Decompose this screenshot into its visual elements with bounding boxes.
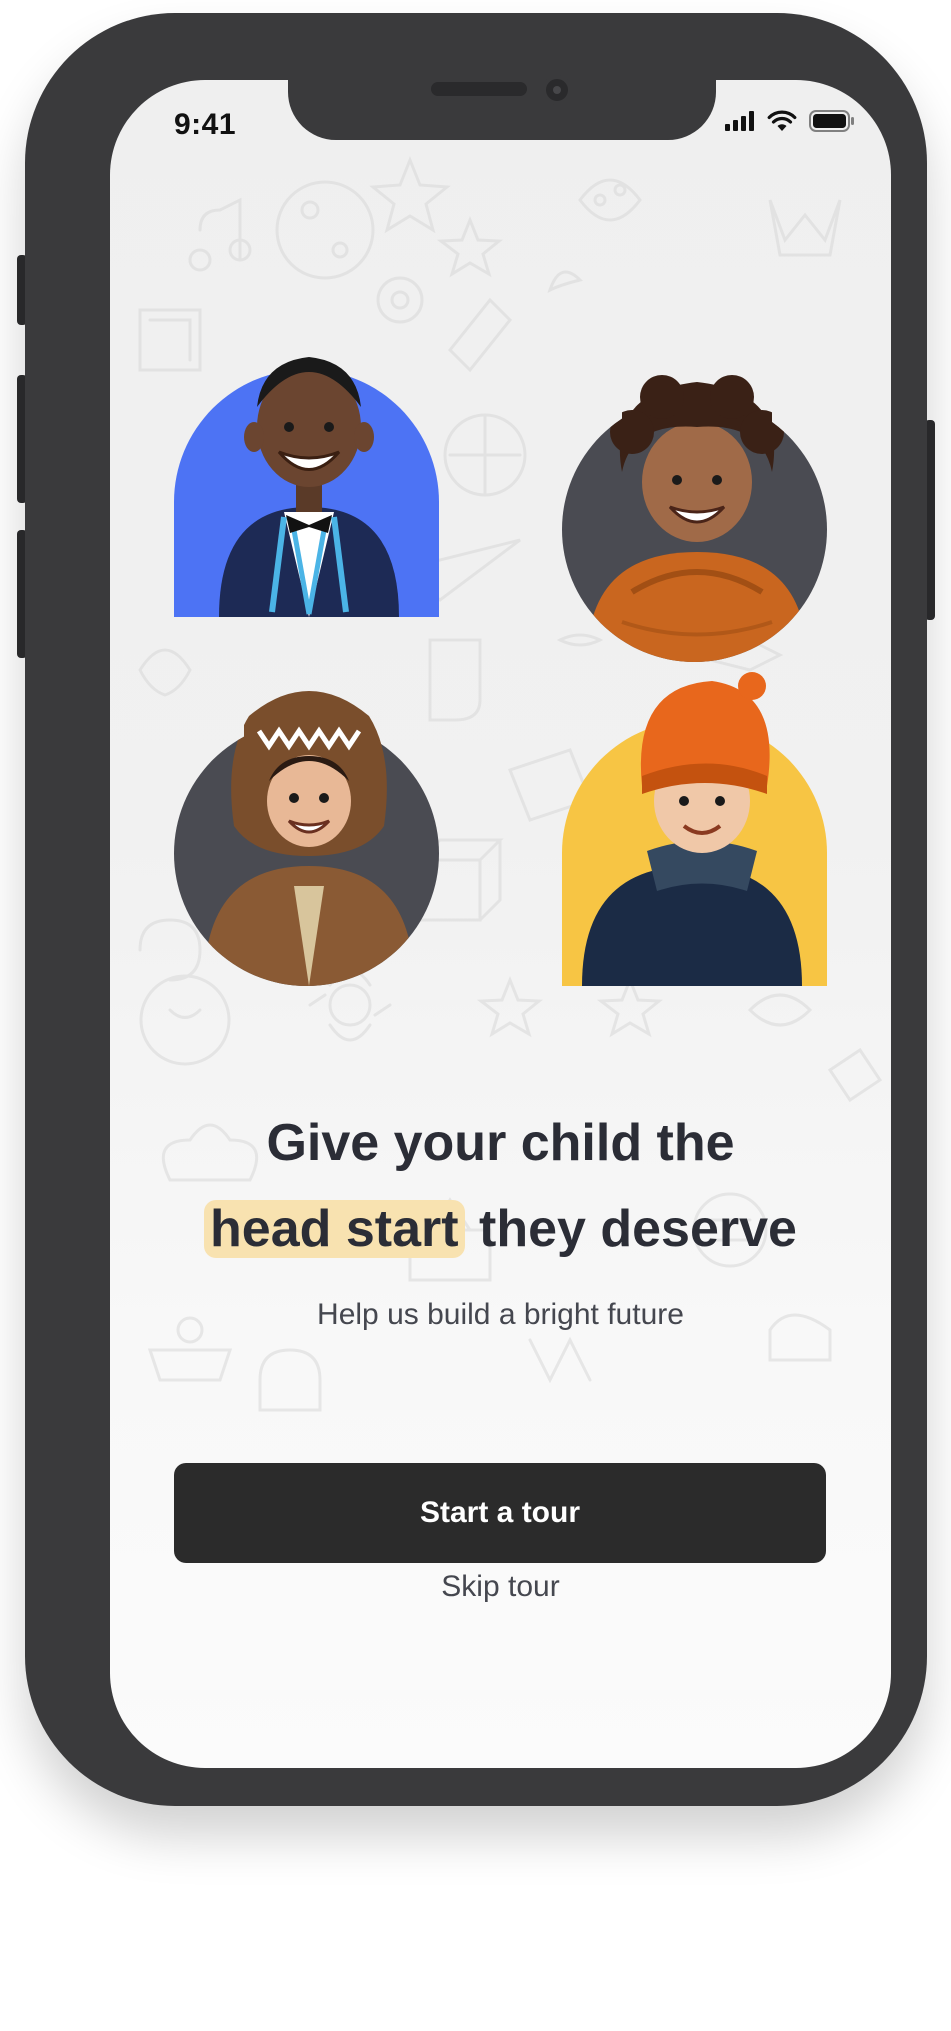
earpiece-speaker (431, 82, 527, 96)
onboarding-subtitle: Help us build a bright future (317, 1298, 684, 1331)
title-highlight: head start (204, 1200, 465, 1258)
onboarding-title: Give your child the head start they dese… (110, 1100, 891, 1272)
title-line-1: Give your child the (266, 1114, 735, 1172)
title-line-2: head start they deserve (110, 1186, 891, 1272)
battery-icon (809, 110, 854, 132)
avatar-child-orange-hoodie (562, 375, 827, 662)
start-tour-button[interactable]: Start a tour (174, 1463, 826, 1563)
phone-frame: 9:41 Give your child the head start they… (25, 13, 927, 1806)
title-rest: they deserve (479, 1200, 797, 1258)
avatar-child-orange-beanie (562, 672, 827, 986)
wifi-icon (767, 110, 797, 131)
status-time: 9:41 (174, 108, 237, 141)
front-camera (542, 75, 572, 105)
cellular-signal-icon (725, 111, 754, 131)
avatar-child-cardigan (174, 357, 439, 637)
status-icons (725, 110, 855, 132)
avatar-child-dino-costume (174, 691, 439, 986)
app-screen: 9:41 Give your child the head start they… (110, 80, 891, 1768)
skip-tour-link[interactable]: Skip tour (110, 1570, 891, 1604)
